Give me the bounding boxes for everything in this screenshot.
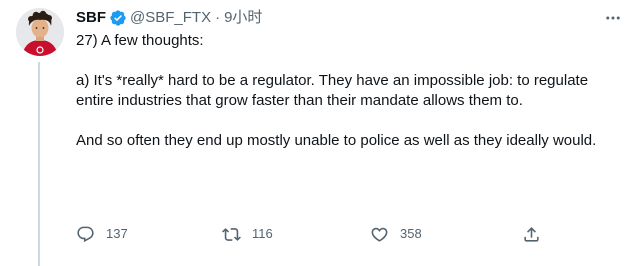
tweet-paragraph: 27) A few thoughts:	[76, 32, 204, 49]
author-handle[interactable]: @SBF_FTX	[130, 8, 211, 28]
share-button[interactable]	[522, 225, 541, 244]
reply-icon	[76, 225, 95, 244]
share-icon	[522, 225, 541, 244]
thread-line	[38, 62, 40, 266]
avatar[interactable]	[16, 8, 64, 56]
tweet-header: SBF @SBF_FTX · 9小时	[76, 8, 624, 28]
author-name[interactable]: SBF	[76, 8, 106, 28]
separator-dot: ·	[215, 9, 221, 26]
tweet[interactable]: SBF @SBF_FTX · 9小时 27) A few thoughts: a	[0, 0, 640, 266]
retweet-button[interactable]: 116	[222, 225, 273, 244]
heart-icon	[370, 225, 389, 244]
retweet-count: 116	[252, 226, 273, 241]
tweet-text: 27) A few thoughts: a) It's *really* har…	[76, 31, 624, 151]
tweet-paragraph: And so often they end up mostly unable t…	[76, 132, 597, 149]
tweet-timestamp[interactable]: 9小时	[224, 8, 262, 28]
like-button[interactable]: 358	[370, 225, 422, 244]
avatar-column	[16, 8, 64, 266]
retweet-icon	[222, 225, 241, 244]
verified-badge-icon	[109, 9, 127, 27]
tweet-actions: 137 116 358	[76, 222, 546, 246]
tweet-content: SBF @SBF_FTX · 9小时 27) A few thoughts: a	[76, 8, 624, 151]
like-count: 358	[400, 226, 422, 241]
tweet-paragraph: a) It's *really* hard to be a regulator.…	[76, 72, 589, 109]
reply-button[interactable]: 137	[76, 225, 128, 244]
reply-count: 137	[106, 226, 128, 241]
more-options-icon[interactable]	[602, 7, 624, 29]
